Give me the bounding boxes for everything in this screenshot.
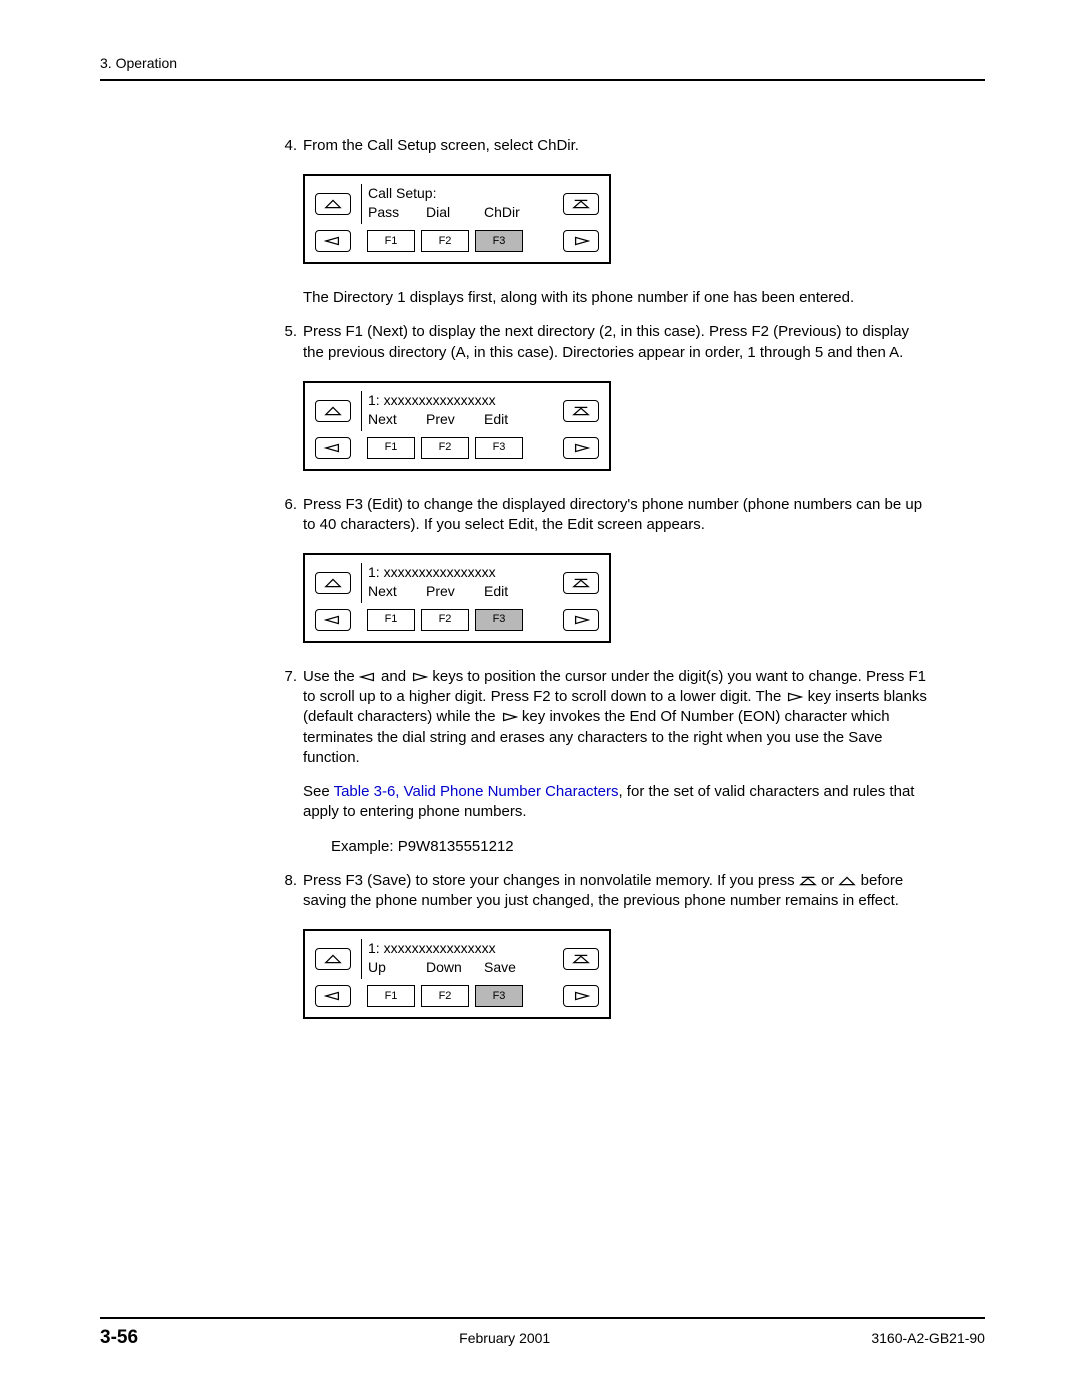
- right-icon[interactable]: [563, 230, 599, 252]
- right-icon[interactable]: [563, 985, 599, 1007]
- up-bar-arrow-icon: [799, 876, 817, 886]
- lcd-opt: Down: [426, 958, 484, 977]
- fkey-f2[interactable]: F2: [421, 609, 469, 631]
- step-5: 5. Press F1 (Next) to display the next d…: [275, 322, 930, 363]
- lcd-line1: 1: xxxxxxxxxxxxxxxx: [368, 391, 549, 410]
- up-arrow-icon: [838, 876, 856, 886]
- left-icon[interactable]: [315, 230, 351, 252]
- step-7-see: See Table 3-6, Valid Phone Number Charac…: [303, 782, 930, 823]
- up-icon[interactable]: [315, 400, 351, 422]
- step-number: 8.: [275, 871, 303, 912]
- left-icon[interactable]: [315, 437, 351, 459]
- step-7: 7. Use the and keys to position the curs…: [275, 667, 930, 768]
- fkey-f3[interactable]: F3: [475, 437, 523, 459]
- lcd-screen: 1: xxxxxxxxxxxxxxxx Next Prev Edit: [361, 391, 553, 431]
- page-footer: 3-56 February 2001 3160-A2-GB21-90: [100, 1317, 985, 1349]
- lcd-screen: 1: xxxxxxxxxxxxxxxx Next Prev Edit: [361, 563, 553, 603]
- fkey-f1[interactable]: F1: [367, 985, 415, 1007]
- step-text: From the Call Setup screen, select ChDir…: [303, 136, 930, 156]
- text-run: Press F3 (Save) to store your changes in…: [303, 872, 799, 889]
- lcd-opt: Next: [368, 410, 426, 429]
- lcd-opt: Up: [368, 958, 426, 977]
- lcd-panel-1: Call Setup: Pass Dial ChDir F1 F2: [303, 174, 611, 264]
- fkey-f1[interactable]: F1: [367, 437, 415, 459]
- footer-date: February 2001: [459, 1330, 550, 1346]
- table-link[interactable]: Table 3-6, Valid Phone Number Characters: [334, 783, 619, 800]
- lcd-line1: 1: xxxxxxxxxxxxxxxx: [368, 563, 549, 582]
- fkey-f2[interactable]: F2: [421, 230, 469, 252]
- fkey-f3[interactable]: F3: [475, 609, 523, 631]
- right-icon[interactable]: [563, 609, 599, 631]
- fkey-f1[interactable]: F1: [367, 609, 415, 631]
- step-text: Use the and keys to position the cursor …: [303, 667, 930, 768]
- lcd-line1: 1: xxxxxxxxxxxxxxxx: [368, 939, 549, 958]
- step-6: 6. Press F3 (Edit) to change the display…: [275, 495, 930, 536]
- text-run: Use the: [303, 668, 359, 685]
- lcd-panel-3: 1: xxxxxxxxxxxxxxxx Next Prev Edit F1 F2: [303, 553, 611, 643]
- up-icon[interactable]: [315, 948, 351, 970]
- page-number: 3-56: [100, 1327, 138, 1349]
- lcd-opt: Edit: [484, 582, 542, 601]
- content: 4. From the Call Setup screen, select Ch…: [275, 136, 930, 1019]
- lcd-opt: Prev: [426, 582, 484, 601]
- fkey-f3[interactable]: F3: [475, 985, 523, 1007]
- up-bar-icon[interactable]: [563, 193, 599, 215]
- left-icon[interactable]: [315, 609, 351, 631]
- up-bar-icon[interactable]: [563, 400, 599, 422]
- text-run: See: [303, 783, 334, 800]
- up-icon[interactable]: [315, 193, 351, 215]
- fkey-f3[interactable]: F3: [475, 230, 523, 252]
- left-arrow-icon: [359, 672, 377, 682]
- lcd-opt: Next: [368, 582, 426, 601]
- step-7-example: Example: P9W8135551212: [331, 837, 930, 857]
- lcd-opt: Save: [484, 958, 542, 977]
- doc-id: 3160-A2-GB21-90: [871, 1330, 985, 1346]
- right-arrow-icon: [785, 692, 803, 702]
- right-arrow-icon: [410, 672, 428, 682]
- lcd-opt: ChDir: [484, 203, 542, 222]
- up-icon[interactable]: [315, 572, 351, 594]
- lcd-line1: Call Setup:: [368, 184, 549, 203]
- fkey-f1[interactable]: F1: [367, 230, 415, 252]
- step-text: Press F1 (Next) to display the next dire…: [303, 322, 930, 363]
- lcd-opt: Edit: [484, 410, 542, 429]
- text-run: and: [377, 668, 410, 685]
- step-number: 5.: [275, 322, 303, 363]
- step-number: 4.: [275, 136, 303, 156]
- lcd-opt: Dial: [426, 203, 484, 222]
- step-number: 6.: [275, 495, 303, 536]
- step-text: Press F3 (Edit) to change the displayed …: [303, 495, 930, 536]
- lcd-screen: 1: xxxxxxxxxxxxxxxx Up Down Save: [361, 939, 553, 979]
- up-bar-icon[interactable]: [563, 948, 599, 970]
- step-4-note: The Directory 1 displays first, along wi…: [303, 288, 930, 308]
- fkey-f2[interactable]: F2: [421, 985, 469, 1007]
- page-header: 3. Operation: [100, 55, 985, 81]
- lcd-opt: Pass: [368, 203, 426, 222]
- lcd-panel-2: 1: xxxxxxxxxxxxxxxx Next Prev Edit F1 F2: [303, 381, 611, 471]
- text-run: or: [817, 872, 839, 889]
- up-bar-icon[interactable]: [563, 572, 599, 594]
- step-number: 7.: [275, 667, 303, 768]
- fkey-f2[interactable]: F2: [421, 437, 469, 459]
- lcd-panel-4: 1: xxxxxxxxxxxxxxxx Up Down Save F1 F2: [303, 929, 611, 1019]
- right-icon[interactable]: [563, 437, 599, 459]
- right-arrow-icon: [500, 712, 518, 722]
- lcd-opt: Prev: [426, 410, 484, 429]
- step-text: Press F3 (Save) to store your changes in…: [303, 871, 930, 912]
- left-icon[interactable]: [315, 985, 351, 1007]
- step-4: 4. From the Call Setup screen, select Ch…: [275, 136, 930, 156]
- step-8: 8. Press F3 (Save) to store your changes…: [275, 871, 930, 912]
- lcd-screen: Call Setup: Pass Dial ChDir: [361, 184, 553, 224]
